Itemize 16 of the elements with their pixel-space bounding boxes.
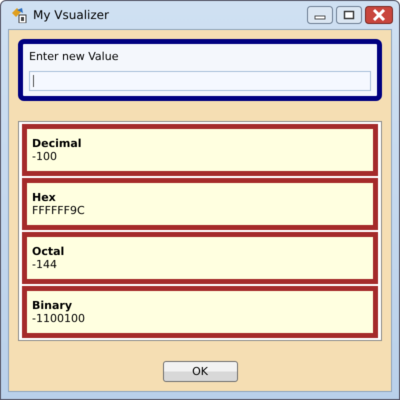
window-title: My Vsualizer [33, 8, 109, 22]
format-name: Binary [32, 299, 74, 312]
format-name: Hex [32, 191, 57, 204]
close-icon[interactable] [365, 6, 393, 24]
format-value: -1100100 [32, 312, 86, 325]
minimize-icon[interactable] [307, 6, 333, 24]
format-value: FFFFFF9C [32, 204, 86, 217]
input-label: Enter new Value [29, 50, 120, 63]
maximize-icon[interactable] [336, 6, 362, 24]
format-name: Octal [32, 245, 66, 258]
format-value: -100 [32, 150, 58, 163]
format-name: Decimal [32, 137, 83, 150]
format-value: -144 [32, 258, 58, 271]
app-icon [11, 7, 27, 23]
value-field[interactable] [29, 71, 371, 91]
ok-button[interactable]: OK [162, 361, 238, 382]
